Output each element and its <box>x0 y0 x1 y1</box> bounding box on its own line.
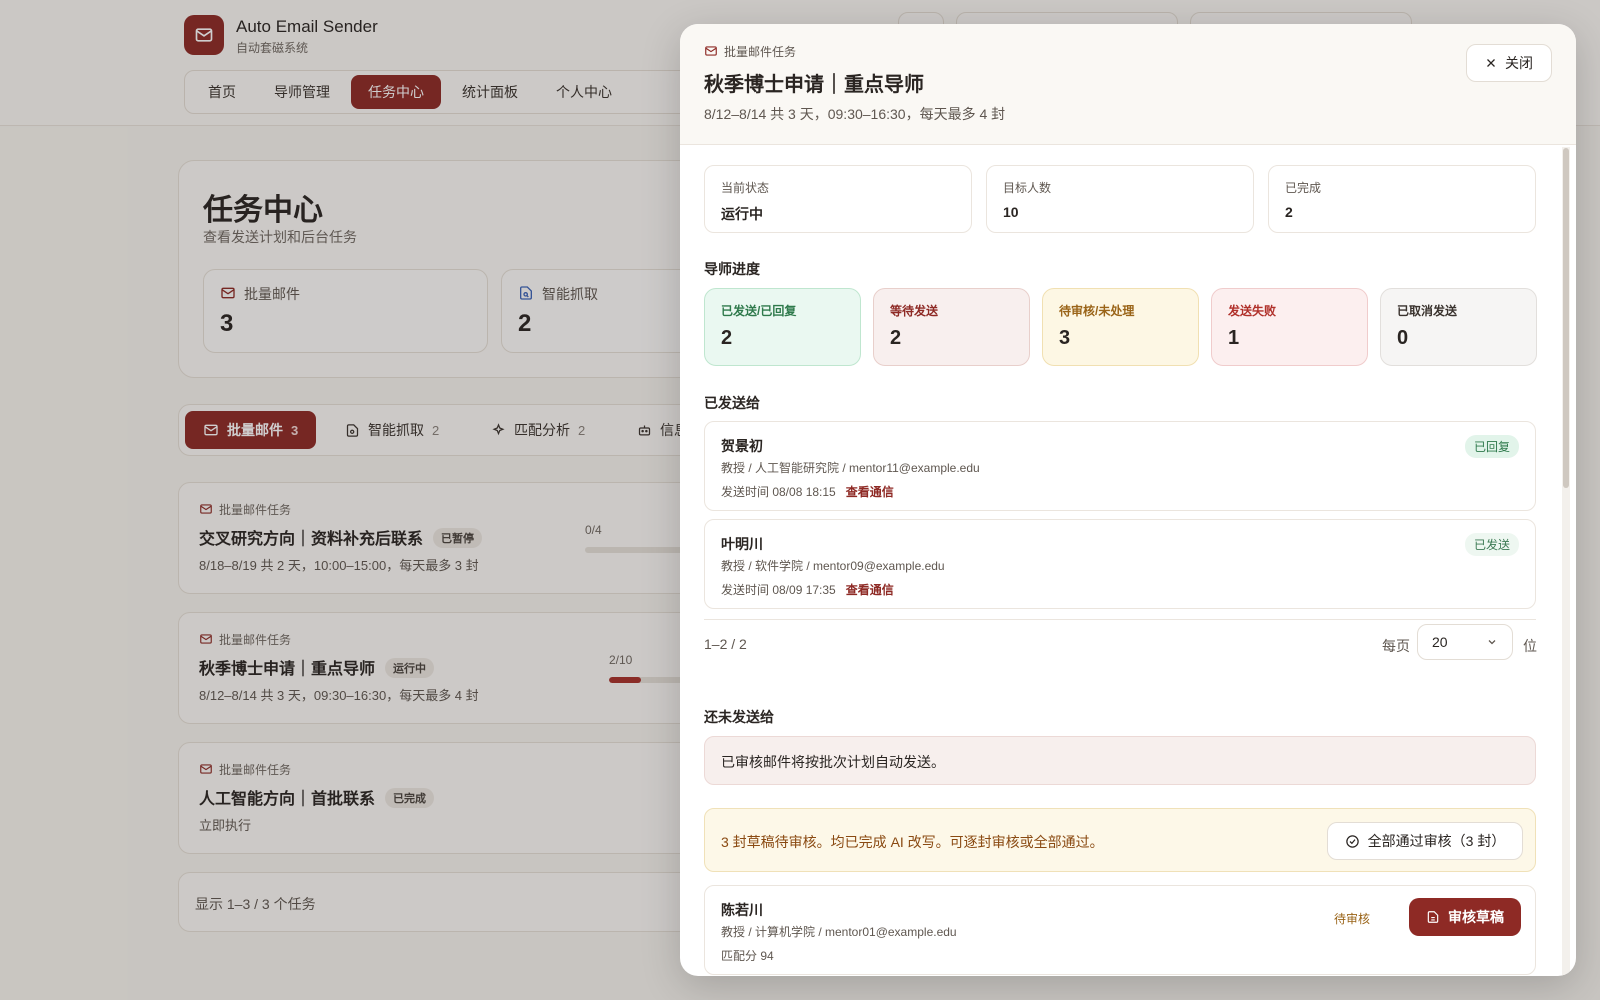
sent-mentor-card: 叶明川 教授 / 软件学院 / mentor09@example.edu 发送时… <box>704 519 1536 609</box>
close-label: 关闭 <box>1505 55 1533 71</box>
info-value: 10 <box>1003 204 1019 220</box>
mentor-send-time: 发送时间 08/08 18:15 查看通信 <box>721 483 894 500</box>
pending-mentor-card: 陈若川 教授 / 计算机学院 / mentor01@example.edu 匹配… <box>704 885 1536 975</box>
mentor-meta: 教授 / 软件学院 / mentor09@example.edu <box>721 559 945 573</box>
review-draft-button[interactable]: 审核草稿 <box>1409 898 1521 936</box>
drawer-kind: 批量邮件任务 <box>724 45 797 59</box>
info-card-completed: 已完成 2 <box>1268 165 1536 233</box>
progress-label: 已发送/已回复 <box>721 304 797 318</box>
progress-value: 0 <box>1397 327 1409 349</box>
mentor-send-time: 发送时间 08/09 17:35 查看通信 <box>721 581 894 598</box>
close-button[interactable]: 关闭 <box>1466 44 1552 82</box>
progress-value: 1 <box>1228 327 1240 349</box>
view-correspondence-link[interactable]: 查看通信 <box>846 583 894 597</box>
sent-mentor-card: 贺景初 教授 / 人工智能研究院 / mentor11@example.edu … <box>704 421 1536 511</box>
sent-pager-range: 1–2 / 2 <box>704 636 747 652</box>
check-circle-icon <box>1345 834 1359 848</box>
progress-card-sent: 已发送/已回复 2 <box>704 288 861 366</box>
approve-all-button[interactable]: 全部通过审核（3 封） <box>1327 822 1523 860</box>
approve-all-label: 全部通过审核（3 封） <box>1367 833 1506 849</box>
info-label: 目标人数 <box>1003 181 1052 195</box>
send-time: 发送时间 08/08 18:15 <box>721 485 836 499</box>
mentor-name: 叶明川 <box>721 536 763 552</box>
info-label: 已完成 <box>1285 181 1322 195</box>
progress-label: 发送失败 <box>1228 304 1277 318</box>
review-draft-label: 审核草稿 <box>1448 909 1504 925</box>
progress-value: 3 <box>1059 327 1071 349</box>
view-correspondence-link[interactable]: 查看通信 <box>846 485 894 499</box>
per-page-value: 20 <box>1432 634 1448 650</box>
progress-label: 已取消发送 <box>1397 304 1458 318</box>
status-badge: 已回复 <box>1464 435 1519 458</box>
send-time: 发送时间 08/09 17:35 <box>721 583 836 597</box>
progress-card-cancelled: 已取消发送 0 <box>1380 288 1537 366</box>
mentor-name: 陈若川 <box>721 902 763 918</box>
mail-icon <box>705 46 717 56</box>
drawer-header: 批量邮件任务 秋季博士申请｜重点导师 8/12–8/14 共 3 天，09:30… <box>680 24 1576 145</box>
drawer-subtitle: 8/12–8/14 共 3 天，09:30–16:30，每天最多 4 封 <box>704 106 1006 122</box>
drawer-body[interactable]: 当前状态 运行中 目标人数 10 已完成 2 导师进度 已发送/已回复 2 等待… <box>680 145 1576 976</box>
per-page-label: 每页 <box>1382 638 1410 654</box>
chevron-down-icon <box>1488 640 1496 645</box>
scrollbar-thumb[interactable] <box>1563 148 1569 488</box>
match-score: 匹配分 94 <box>721 949 774 963</box>
per-page-unit: 位 <box>1523 638 1537 654</box>
status-badge: 待审核 <box>1334 912 1371 926</box>
info-label: 当前状态 <box>721 181 770 195</box>
drawer-title: 秋季博士申请｜重点导师 <box>704 74 924 96</box>
alert-text: 3 封草稿待审核。均已完成 AI 改写。可逐封审核或全部通过。 <box>721 834 1104 850</box>
progress-label: 待审核/未处理 <box>1059 304 1135 318</box>
section-title-sent: 已发送给 <box>704 395 760 411</box>
progress-value: 2 <box>721 327 733 349</box>
auto-send-note: 已审核邮件将按批次计划自动发送。 <box>704 736 1536 785</box>
document-icon <box>1427 911 1439 923</box>
divider <box>704 619 1536 620</box>
progress-value: 2 <box>890 327 902 349</box>
info-value: 运行中 <box>721 206 763 222</box>
mentor-meta: 教授 / 计算机学院 / mentor01@example.edu <box>721 925 957 939</box>
progress-card-waiting: 等待发送 2 <box>873 288 1030 366</box>
pending-drafts-alert: 3 封草稿待审核。均已完成 AI 改写。可逐封审核或全部通过。 全部通过审核（3… <box>704 808 1536 872</box>
status-badge: 已发送 <box>1464 533 1519 556</box>
progress-card-review: 待审核/未处理 3 <box>1042 288 1199 366</box>
progress-label: 等待发送 <box>890 304 939 318</box>
mentor-name: 贺景初 <box>721 438 763 454</box>
section-title-progress: 导师进度 <box>704 261 760 277</box>
info-card-target: 目标人数 10 <box>986 165 1254 233</box>
task-detail-drawer: 批量邮件任务 秋季博士申请｜重点导师 8/12–8/14 共 3 天，09:30… <box>680 24 1576 976</box>
mentor-meta: 教授 / 人工智能研究院 / mentor11@example.edu <box>721 461 980 475</box>
info-card-status: 当前状态 运行中 <box>704 165 972 233</box>
per-page-select[interactable]: 20 <box>1417 624 1513 660</box>
close-icon <box>1487 59 1495 67</box>
progress-card-failed: 发送失败 1 <box>1211 288 1368 366</box>
section-title-unsent: 还未发送给 <box>704 709 774 725</box>
info-value: 2 <box>1285 204 1293 220</box>
